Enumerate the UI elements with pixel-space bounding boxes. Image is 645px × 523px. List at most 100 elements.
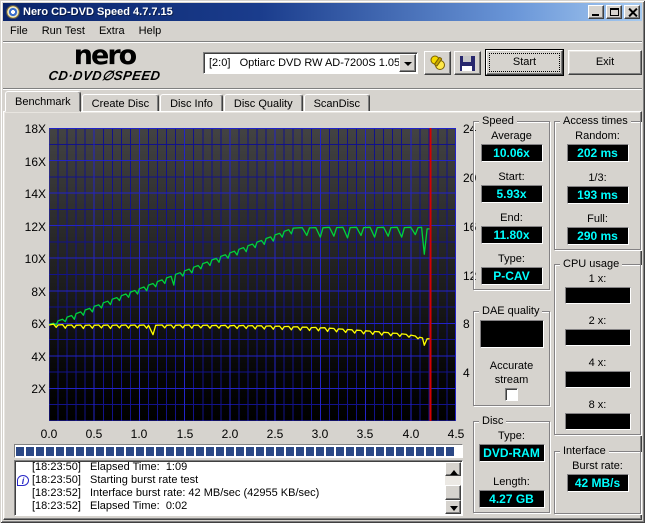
speed-type-value: P-CAV [480,267,543,285]
status-log[interactable]: [18:23:50] Elapsed Time: 1:09 i [18:23:5… [14,460,463,516]
progress-block [296,446,304,456]
group-title: Disc [479,415,507,427]
x-axis-label: 0.5 [85,427,103,441]
progress-block [226,446,234,456]
scroll-up-button[interactable] [445,462,461,476]
speed-chart [49,128,456,421]
disc-length-value: 4.27 GB [478,490,545,508]
start-button[interactable]: Start [486,50,563,75]
arrow-up-icon [450,466,458,475]
progress-block [56,446,64,456]
progress-block [346,446,354,456]
log-time: [18:23:52] [32,487,81,499]
progress-block [386,446,394,456]
x-axis-label: 4.0 [402,427,420,441]
disc-group: Disc Type: DVD-RAM Length: 4.27 GB [473,415,550,513]
disc-type-label: Type: [498,430,525,442]
log-entry: [18:23:52] Interface burst rate: 42 MB/s… [15,487,462,500]
progress-block [336,446,344,456]
progress-block [26,446,34,456]
progress-block [366,446,374,456]
progress-block [106,446,114,456]
accurate-stream-label: stream [494,374,529,386]
maximize-button[interactable] [606,5,622,19]
progress-block [406,446,414,456]
x-axis-label: 0.0 [40,427,58,441]
minimize-icon [592,14,599,16]
accurate-stream-checkbox[interactable] [505,388,518,401]
progress-block [446,446,454,456]
cpu-8x-label: 8 x: [588,399,607,411]
speed-type-label: Type: [498,253,525,265]
log-text: Interface burst rate: 42 MB/sec (42955 K… [90,487,320,499]
burst-rate-label: Burst rate: [572,460,623,472]
save-icon [460,55,475,71]
progress-block [326,446,334,456]
group-title: CPU usage [560,258,623,270]
progress-block [316,446,324,456]
access-times-group: Access times Random: 202 ms 1/3: 193 ms … [554,115,641,250]
progress-block [116,446,124,456]
menu-help[interactable]: Help [132,23,169,39]
tab-create-disc[interactable]: Create Disc [81,94,160,112]
progress-block [136,446,144,456]
tab-scandisc[interactable]: ScanDisc [303,94,371,112]
cddvdspeed-logo-text: CD·DVD∅SPEED [47,68,162,83]
log-entry: [18:23:50] Elapsed Time: 1:09 [15,461,462,474]
menu-run-test[interactable]: Run Test [35,23,92,39]
close-button[interactable] [624,5,640,19]
x-axis-label: 4.5 [447,427,465,441]
minimize-button[interactable] [588,5,604,19]
exit-button[interactable]: Exit [568,50,642,75]
menu-file[interactable]: File [3,23,35,39]
progress-block [306,446,314,456]
access-full-label: Full: [587,213,608,225]
menu-extra[interactable]: Extra [92,23,132,39]
menu-bar: File Run Test Extra Help [3,22,642,40]
group-title: Access times [560,115,631,127]
tab-benchmark[interactable]: Benchmark [5,91,81,112]
scroll-down-button[interactable] [445,500,461,514]
log-time: [18:23:52] [32,500,81,512]
tools-button[interactable] [424,51,451,75]
progress-block [256,446,264,456]
save-button[interactable] [454,51,481,75]
dae-quality-value [479,320,544,348]
progress-block [66,446,74,456]
app-window: Nero CD-DVD Speed 4.7.7.15 File Run Test… [0,0,645,523]
access-third-label: 1/3: [588,171,607,184]
accurate-stream-label: Accurate [489,360,534,372]
group-title: Interface [560,445,609,457]
speed-start-label: Start: [498,171,525,183]
nero-logo: nero CD·DVD∅SPEED [17,42,192,84]
scrollbar-thumb[interactable] [445,485,461,500]
window-title: Nero CD-DVD Speed 4.7.7.15 [23,6,173,18]
progress-block [396,446,404,456]
progress-block [96,446,104,456]
progress-block [76,446,84,456]
x-axis-label: 3.0 [311,427,329,441]
y-axis-label: 16X [24,155,46,169]
dropdown-arrow-icon[interactable] [399,54,416,72]
disc-length-label: Length: [493,476,530,488]
tab-disc-quality[interactable]: Disc Quality [223,94,303,112]
interface-group: Interface Burst rate: 42 MB/s [554,445,641,514]
progress-block [146,446,154,456]
drive-selector[interactable]: [2:0] Optiarc DVD RW AD-7200S 1.05 [203,52,418,74]
progress-block [16,446,24,456]
disc-type-value: DVD-RAM [478,444,545,462]
log-entry: i [18:23:50] Starting burst rate test [15,474,462,487]
tab-strip: Benchmark Create Disc Disc Info Disc Qua… [5,91,371,112]
log-scrollbar[interactable] [445,462,461,514]
progress-block [36,446,44,456]
speed-average-label: Average [491,130,532,142]
progress-block [356,446,364,456]
title-bar[interactable]: Nero CD-DVD Speed 4.7.7.15 [3,3,642,21]
x-axis-label: 3.5 [356,427,374,441]
cpu-2x-value [564,329,631,346]
log-time: [18:23:50] [32,474,81,486]
tab-disc-info[interactable]: Disc Info [160,94,223,112]
x-axis-label: 1.5 [176,427,194,441]
close-icon [628,8,637,17]
progress-block [416,446,424,456]
